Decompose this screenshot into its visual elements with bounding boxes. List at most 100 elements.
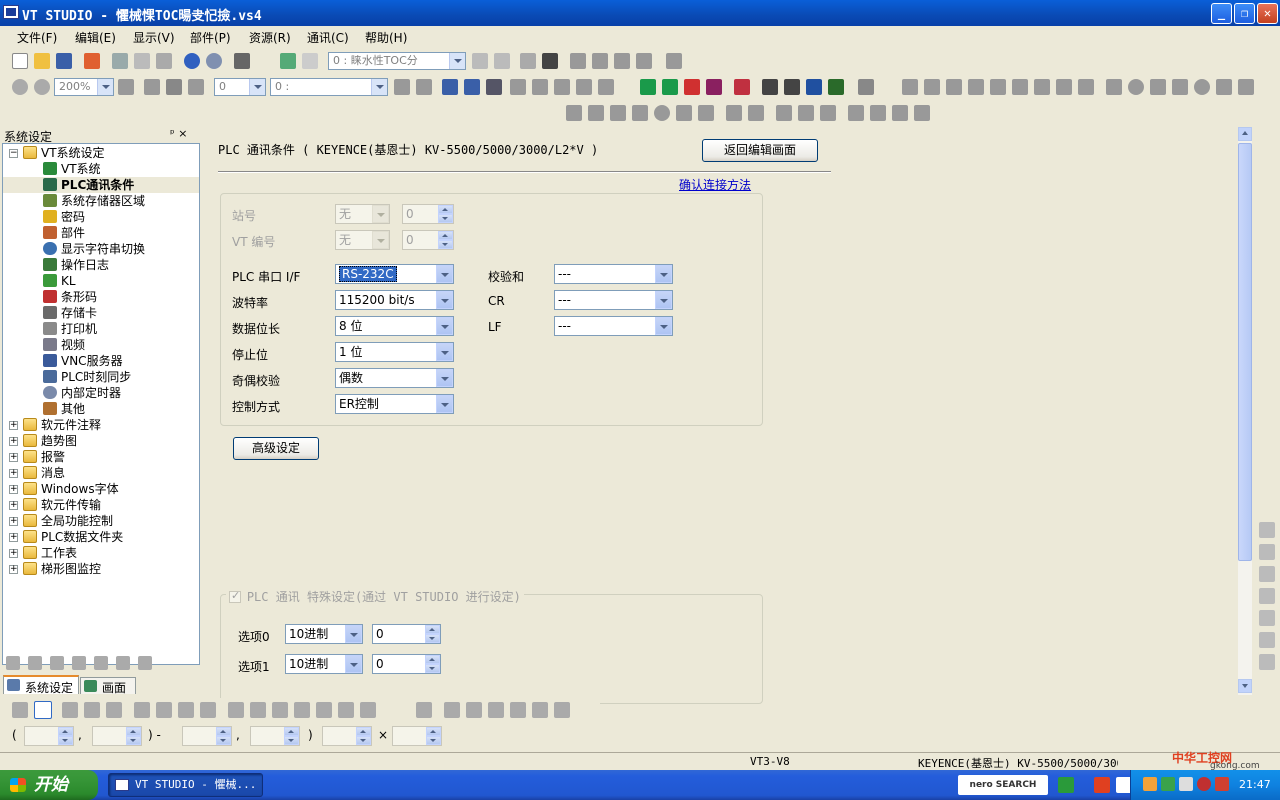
tree-expand-toggle[interactable]: + xyxy=(9,533,18,542)
control-mode-select[interactable]: ER控制 xyxy=(335,394,454,414)
bottom-tool-icon-3[interactable] xyxy=(62,702,78,718)
coord-width-input[interactable] xyxy=(322,726,372,746)
option0-format-select[interactable]: 10进制 xyxy=(285,624,363,644)
tree-folder-worksheet[interactable]: 工作表 xyxy=(23,545,77,561)
dock-icon-7[interactable] xyxy=(1259,654,1275,670)
tree-item-sys-memory[interactable]: 系统存储器区域 xyxy=(43,193,145,209)
data-bits-select[interactable]: 8 位 xyxy=(335,316,454,336)
bottom-tool-icon-17[interactable] xyxy=(416,702,432,718)
menu-parts[interactable]: 部件(P) xyxy=(190,29,231,46)
special-settings-checkbox[interactable]: ✓ xyxy=(229,589,241,603)
tool-icon-b[interactable] xyxy=(416,79,432,95)
comm-icon-a[interactable] xyxy=(640,79,656,95)
bottom-tool-icon-12[interactable] xyxy=(272,702,288,718)
vt-number-spinner[interactable]: 0 xyxy=(402,230,454,250)
tool-icon-g[interactable] xyxy=(554,79,570,95)
panel-tool-icon-1[interactable] xyxy=(6,656,20,670)
dock-icon-2[interactable] xyxy=(1259,544,1275,560)
tool-icon-h[interactable] xyxy=(576,79,592,95)
polyline-icon[interactable] xyxy=(588,105,604,121)
monitor-icon[interactable] xyxy=(828,79,844,95)
tray-icon-2[interactable] xyxy=(1161,777,1175,791)
tree-folder-plc-data[interactable]: PLC数据文件夹 xyxy=(23,529,123,545)
binary-icon[interactable] xyxy=(784,79,800,95)
tree-expand-toggle[interactable]: + xyxy=(9,501,18,510)
tree-item-string-switch[interactable]: 显示字符串切换 xyxy=(43,241,145,257)
tree-folder-windows-font[interactable]: Windows字体 xyxy=(23,481,119,497)
tree-item-memory-card[interactable]: 存储卡 xyxy=(43,305,97,321)
bottom-tool-icon-15[interactable] xyxy=(338,702,354,718)
panel-tool-icon-6[interactable] xyxy=(116,656,130,670)
serial-if-select[interactable]: RS-232C xyxy=(335,264,454,284)
dock-icon-4[interactable] xyxy=(1259,588,1275,604)
menu-file[interactable]: 文件(F) xyxy=(17,29,57,46)
bottom-tool-icon-21[interactable] xyxy=(510,702,526,718)
open-icon[interactable] xyxy=(34,53,50,69)
sector-icon[interactable] xyxy=(698,105,714,121)
tree-root-vt-settings[interactable]: VT系统设定 xyxy=(23,145,105,161)
comm-icon-d[interactable] xyxy=(706,79,722,95)
paste-icon[interactable] xyxy=(156,53,172,69)
layer-select[interactable]: 0 : xyxy=(270,78,388,96)
network-icon[interactable] xyxy=(806,79,822,95)
tree-item-op-log[interactable]: 操作日志 xyxy=(43,257,109,273)
bottom-tool-icon-20[interactable] xyxy=(488,702,504,718)
close-button[interactable]: ✕ xyxy=(1257,3,1278,24)
screen-icon[interactable] xyxy=(520,53,536,69)
tree-item-vnc[interactable]: VNC服务器 xyxy=(43,353,123,369)
bottom-tool-icon-7[interactable] xyxy=(156,702,172,718)
prev-screen-icon[interactable] xyxy=(494,53,510,69)
station-select[interactable]: 无 xyxy=(335,204,390,224)
bottom-tool-icon-10[interactable] xyxy=(228,702,244,718)
menu-resource[interactable]: 资源(R) xyxy=(249,29,291,46)
panel-tool-icon-4[interactable] xyxy=(72,656,86,670)
dock-icon-3[interactable] xyxy=(1259,566,1275,582)
part-icon-1[interactable] xyxy=(902,79,918,95)
part-icon-14[interactable] xyxy=(1194,79,1210,95)
bottom-tool-icon-18[interactable] xyxy=(444,702,460,718)
tool-icon-c[interactable] xyxy=(442,79,458,95)
vertical-scrollbar[interactable] xyxy=(1238,127,1252,695)
maximize-button[interactable]: ❐ xyxy=(1234,3,1255,24)
nero-search-box[interactable]: nero SEARCH xyxy=(958,775,1048,795)
layer-number-input[interactable]: 0 xyxy=(214,78,266,96)
tree-item-video[interactable]: 视频 xyxy=(43,337,85,353)
menu-comm[interactable]: 通讯(C) xyxy=(307,29,349,46)
coord-x2-input[interactable] xyxy=(182,726,232,746)
bottom-tool-icon-5[interactable] xyxy=(106,702,122,718)
comm-icon-e[interactable] xyxy=(734,79,750,95)
ellipse-icon[interactable] xyxy=(654,105,670,121)
misc-icon[interactable] xyxy=(914,105,930,121)
tree-expand-toggle[interactable]: + xyxy=(9,549,18,558)
tree-folder-message[interactable]: 消息 xyxy=(23,465,65,481)
layer-icon-2[interactable] xyxy=(592,53,608,69)
align-icon[interactable] xyxy=(144,79,160,95)
tree-item-plc-comm[interactable]: PLC通讯条件 xyxy=(3,177,199,193)
start-button[interactable]: 开始 xyxy=(0,770,98,800)
part-icon-15[interactable] xyxy=(1216,79,1232,95)
box-icon[interactable] xyxy=(748,105,764,121)
part-icon-3[interactable] xyxy=(946,79,962,95)
menu-edit[interactable]: 编辑(E) xyxy=(75,29,116,46)
vt-number-select[interactable]: 无 xyxy=(335,230,390,250)
tree-expand-toggle[interactable]: + xyxy=(9,453,18,462)
tray-icon-5[interactable] xyxy=(1215,777,1229,791)
tree-folder-alarm[interactable]: 报警 xyxy=(23,449,65,465)
snap-icon[interactable] xyxy=(188,79,204,95)
panel-tool-icon-3[interactable] xyxy=(50,656,64,670)
tool-icon-f[interactable] xyxy=(532,79,548,95)
tool-icon-a[interactable] xyxy=(394,79,410,95)
pointer-icon[interactable] xyxy=(34,701,52,719)
tree-folder-ladder-monitor[interactable]: 梯形图监控 xyxy=(23,561,101,577)
dxf-icon[interactable] xyxy=(848,105,864,121)
save-icon[interactable] xyxy=(56,53,72,69)
arc-icon[interactable] xyxy=(676,105,692,121)
tree-folder-global-control[interactable]: 全局功能控制 xyxy=(23,513,113,529)
bottom-tool-icon-23[interactable] xyxy=(554,702,570,718)
font-icon[interactable] xyxy=(798,105,814,121)
shield-icon[interactable] xyxy=(1197,777,1211,791)
tree-item-printer[interactable]: 打印机 xyxy=(43,321,97,337)
tab-system-settings[interactable]: 系统设定 xyxy=(3,675,79,695)
comm-icon-f[interactable] xyxy=(762,79,778,95)
all-icon[interactable] xyxy=(166,79,182,95)
